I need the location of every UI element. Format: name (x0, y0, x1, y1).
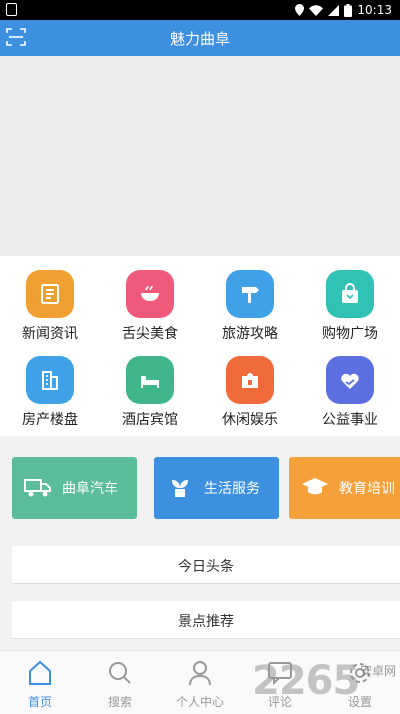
app-bar: 魅力曲阜 (0, 20, 400, 56)
grid-item-leisure[interactable]: 休闲娱乐 (200, 342, 300, 428)
watermark-text: 安卓网 (359, 664, 396, 678)
signal-icon (328, 4, 340, 16)
news-icon (41, 284, 59, 304)
category-grid: 新闻资讯 舌尖美食 旅游攻略 购物广场 房产楼盘 酒店宾馆 休闲娱乐 公益事业 (0, 256, 400, 436)
card-car[interactable]: 曲阜汽车 (12, 457, 137, 519)
card-label: 曲阜汽车 (62, 481, 118, 497)
hotel-icon-bg (126, 356, 174, 404)
shopping-bag-icon (342, 283, 358, 303)
section-title: 景点推荐 (178, 614, 234, 630)
feature-card-row[interactable]: 曲阜汽车 生活服务 教育培训 (0, 436, 400, 546)
grid-item-label: 舌尖美食 (122, 326, 178, 342)
section-title: 今日头条 (178, 559, 234, 575)
tab-profile[interactable]: 个人中心 (160, 651, 240, 714)
tab-label: 首页 (27, 695, 52, 709)
charity-icon-bg (326, 356, 374, 404)
grid-item-food[interactable]: 舌尖美食 (100, 256, 200, 342)
battery-icon (344, 3, 353, 17)
grid-item-charity[interactable]: 公益事业 (300, 342, 400, 428)
grid-item-label: 酒店宾馆 (122, 412, 178, 428)
realestate-icon-bg (26, 356, 74, 404)
person-icon (189, 661, 211, 686)
banner-carousel[interactable] (0, 56, 400, 256)
tab-home[interactable]: 首页 (0, 651, 80, 714)
tab-label: 搜索 (107, 695, 132, 709)
signpost-icon (242, 287, 259, 303)
search-icon (109, 662, 131, 684)
leisure-icon-bg (226, 356, 274, 404)
grid-item-label: 休闲娱乐 (222, 412, 278, 428)
status-bar: 10:13 (0, 0, 400, 20)
section-attractions[interactable]: 景点推荐 (12, 601, 400, 639)
grid-item-shopping[interactable]: 购物广场 (300, 256, 400, 342)
tab-search[interactable]: 搜索 (80, 651, 160, 714)
food-bowl-icon (141, 285, 159, 301)
grid-item-hotel[interactable]: 酒店宾馆 (100, 342, 200, 428)
grid-item-label: 旅游攻略 (222, 326, 278, 342)
grid-item-news[interactable]: 新闻资讯 (0, 256, 100, 342)
grid-item-label: 房产楼盘 (22, 412, 78, 428)
card-label: 教育培训 (339, 481, 395, 497)
page-title: 魅力曲阜 (169, 30, 230, 48)
section-headlines[interactable]: 今日头条 (12, 546, 400, 584)
heart-hand-icon (341, 373, 359, 389)
building-icon (42, 371, 58, 390)
home-icon (29, 660, 51, 685)
truck-icon (24, 479, 51, 497)
grid-item-label: 购物广场 (322, 326, 378, 342)
grid-item-label: 公益事业 (322, 412, 378, 428)
food-icon-bg (126, 270, 174, 318)
wifi-icon (309, 4, 324, 16)
watermark-number: 2265 (252, 658, 360, 704)
graduation-cap-icon (302, 478, 328, 495)
card-education[interactable]: 教育培训 (289, 457, 400, 519)
plant-icon (172, 480, 188, 497)
grid-item-travel[interactable]: 旅游攻略 (200, 256, 300, 342)
shopping-icon-bg (326, 270, 374, 318)
grid-item-realestate[interactable]: 房产楼盘 (0, 342, 100, 428)
card-label: 生活服务 (204, 481, 260, 497)
travel-icon-bg (226, 270, 274, 318)
location-icon (295, 4, 305, 16)
notification-icon (6, 3, 17, 16)
puzzle-icon (242, 373, 258, 388)
card-life[interactable]: 生活服务 (154, 457, 279, 519)
status-time: 10:13 (357, 3, 392, 17)
news-icon-bg (26, 270, 74, 318)
bed-icon (141, 376, 159, 388)
watermark: 2265 安卓网 (252, 658, 400, 708)
grid-item-label: 新闻资讯 (22, 326, 78, 342)
tab-label: 个人中心 (175, 695, 224, 709)
